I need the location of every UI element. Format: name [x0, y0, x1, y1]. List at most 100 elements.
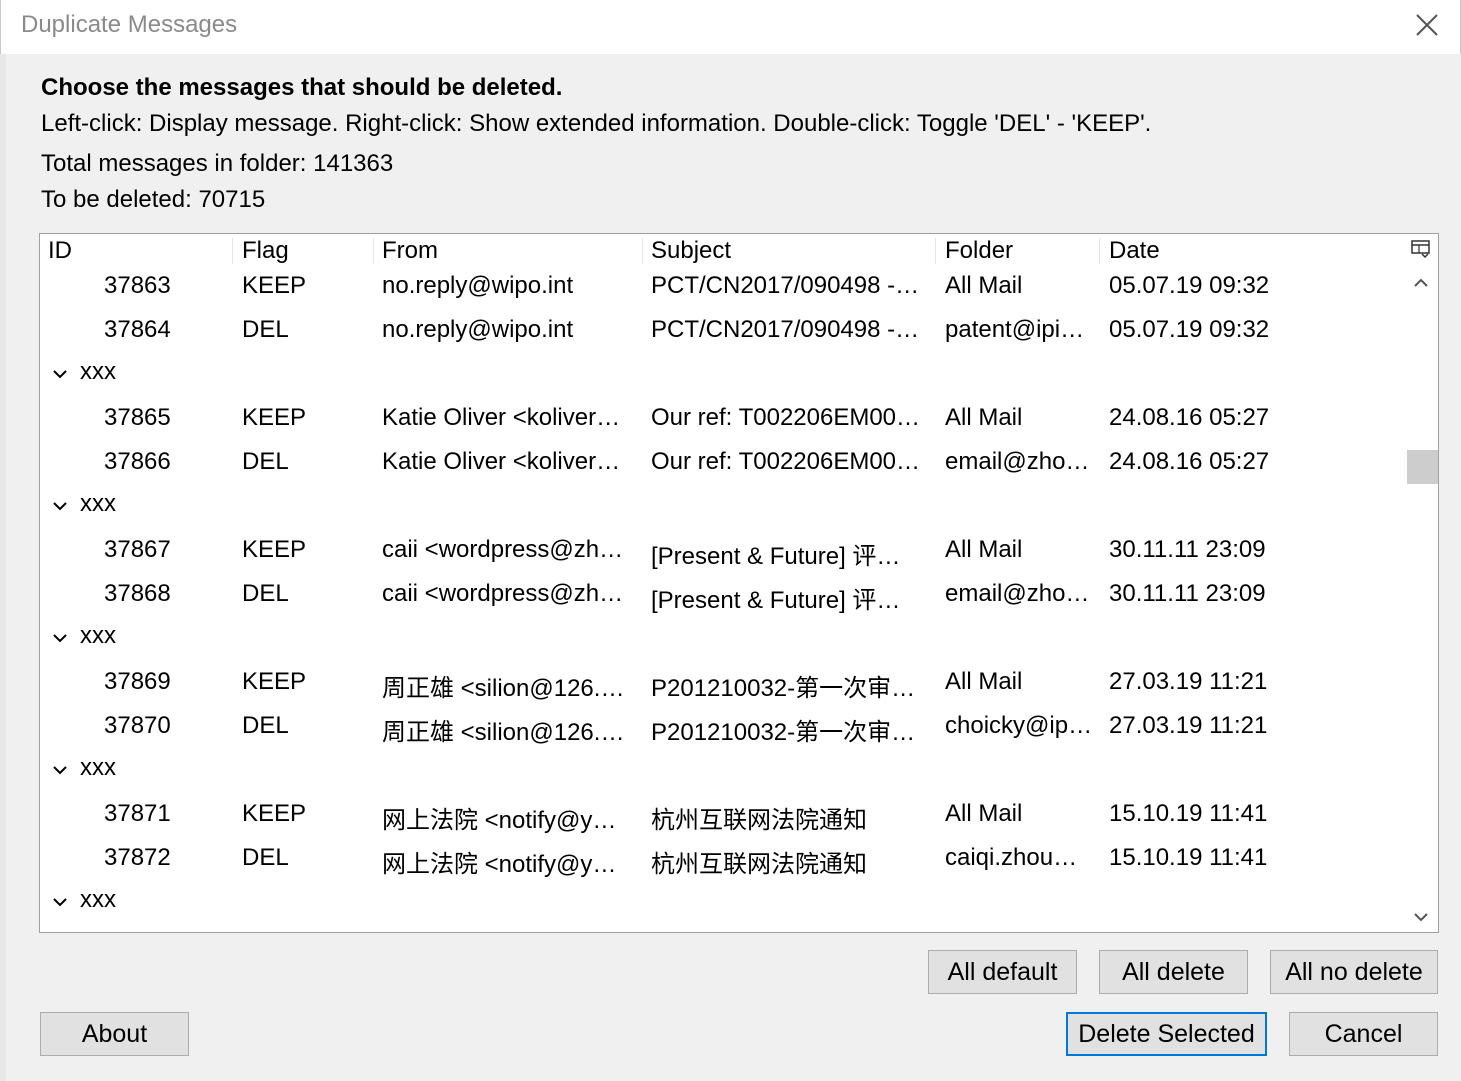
column-header-flag[interactable]: Flag	[242, 235, 289, 267]
cell-from: caii <wordpress@zh…	[382, 536, 624, 563]
group-label: xxx	[80, 358, 116, 385]
cell-subject: 杭州互联网法院通知	[651, 807, 867, 834]
cell-id: 37872	[104, 844, 171, 871]
group-header-row[interactable]: xxx	[40, 617, 1405, 661]
cell-flag: KEEP	[242, 536, 307, 563]
column-separator[interactable]	[373, 238, 374, 264]
group-label: xxx	[80, 886, 116, 913]
scroll-down-icon[interactable]	[1412, 908, 1430, 926]
cell-folder: patent@ipi…	[945, 316, 1085, 343]
message-row[interactable]: 37863 KEEP no.reply@wipo.int PCT/CN2017/090…	[40, 265, 1405, 309]
cell-id: 37864	[104, 316, 171, 343]
cell-id: 37866	[104, 448, 171, 475]
message-row[interactable]: 37867 KEEP caii <wordpress@zh… [Present & F…	[40, 529, 1405, 573]
chevron-down-icon[interactable]	[52, 498, 68, 514]
group-header-row[interactable]: xxx	[40, 881, 1405, 925]
cell-flag: DEL	[242, 580, 289, 607]
cell-from: Katie Oliver <koliver…	[382, 448, 621, 475]
scroll-up-icon[interactable]	[1412, 274, 1430, 292]
chevron-down-icon[interactable]	[52, 762, 68, 778]
cell-id: 37867	[104, 536, 171, 563]
cell-id: 37871	[104, 800, 171, 827]
cell-subject: P201210032-第一次审…	[651, 719, 916, 746]
cell-date: 15.10.19 11:41	[1109, 844, 1268, 871]
to-be-deleted-label: To be deleted: 70715	[41, 186, 266, 213]
cell-subject: PCT/CN2017/090498 -…	[651, 272, 920, 299]
cell-date: 05.07.19 09:32	[1109, 316, 1270, 343]
cell-id: 37868	[104, 580, 171, 607]
all-default-button[interactable]: All default	[928, 950, 1077, 994]
column-separator[interactable]	[935, 238, 936, 264]
cell-from: 周正雄 <silion@126.…	[382, 719, 625, 746]
about-button[interactable]: About	[40, 1012, 189, 1056]
message-row[interactable]: 37870 DEL 周正雄 <silion@126.… P201210032-第一次审…	[40, 705, 1405, 749]
cell-date: 24.08.16 05:27	[1109, 448, 1270, 475]
cell-id: 37869	[104, 668, 171, 695]
window-title: Duplicate Messages	[21, 11, 238, 38]
cell-from: no.reply@wipo.int	[382, 272, 574, 299]
message-row[interactable]: 37866 DEL Katie Oliver <koliver… Our ref: T…	[40, 441, 1405, 485]
group-header-row[interactable]: xxx	[40, 749, 1405, 793]
group-header-row[interactable]: xxx	[40, 353, 1405, 397]
chevron-down-icon[interactable]	[52, 366, 68, 382]
message-row[interactable]: 37869 KEEP 周正雄 <silion@126.… P201210032-第一次…	[40, 661, 1405, 705]
group-header-row[interactable]: xxx	[40, 485, 1405, 529]
scrollbar-thumb[interactable]	[1407, 450, 1438, 484]
vertical-scrollbar[interactable]	[1404, 268, 1438, 932]
group-label: xxx	[80, 490, 116, 517]
group-label: xxx	[80, 622, 116, 649]
cell-flag: DEL	[242, 448, 289, 475]
delete-selected-button[interactable]: Delete Selected	[1066, 1012, 1267, 1056]
all-no-delete-button[interactable]: All no delete	[1270, 950, 1438, 994]
message-row[interactable]: 37865 KEEP Katie Oliver <koliver… Our ref: …	[40, 397, 1405, 441]
column-separator[interactable]	[642, 238, 643, 264]
cell-folder: caiqi.zhou…	[945, 844, 1078, 871]
cell-from: 网上法院 <notify@y…	[382, 851, 617, 878]
chevron-down-icon[interactable]	[52, 630, 68, 646]
cell-from: 网上法院 <notify@y…	[382, 807, 617, 834]
total-messages-label: Total messages in folder: 141363	[41, 150, 394, 177]
cell-flag: DEL	[242, 712, 289, 739]
message-row[interactable]: 37868 DEL caii <wordpress@zh… [Present & Fu…	[40, 573, 1405, 617]
message-row[interactable]: 37864 DEL no.reply@wipo.int PCT/CN2017/0904…	[40, 309, 1405, 353]
cell-flag: KEEP	[242, 800, 307, 827]
cell-folder: email@zho…	[945, 448, 1090, 475]
cell-from: caii <wordpress@zh…	[382, 580, 624, 607]
cell-flag: KEEP	[242, 668, 307, 695]
instructions-text: Left-click: Display message. Right-click…	[41, 110, 1152, 137]
column-separator[interactable]	[1099, 238, 1100, 264]
all-delete-button[interactable]: All delete	[1099, 950, 1248, 994]
cell-date: 27.03.19 11:21	[1109, 712, 1268, 739]
column-header-date[interactable]: Date	[1109, 235, 1160, 267]
cell-folder: All Mail	[945, 800, 1023, 827]
message-row[interactable]: 37872 DEL 网上法院 <notify@y… 杭州互联网法院通知 caiqi.zh…	[40, 837, 1405, 881]
column-header-folder[interactable]: Folder	[945, 235, 1013, 267]
list-header: ID Flag From Subject Folder Date	[40, 234, 1405, 268]
cell-folder: All Mail	[945, 536, 1023, 563]
column-header-subject[interactable]: Subject	[651, 235, 731, 267]
message-row[interactable]: 37871 KEEP 网上法院 <notify@y… 杭州互联网法院通知 All Mai…	[40, 793, 1405, 837]
cell-date: 30.11.11 23:09	[1109, 580, 1266, 607]
cell-subject: PCT/CN2017/090498 -…	[651, 316, 920, 343]
cell-flag: KEEP	[242, 272, 307, 299]
close-icon[interactable]	[1412, 10, 1442, 40]
cell-subject: Our ref: T002206EM00…	[651, 448, 921, 475]
cancel-button[interactable]: Cancel	[1289, 1012, 1438, 1056]
cell-date: 27.03.19 11:21	[1109, 668, 1268, 695]
cell-flag: DEL	[242, 316, 289, 343]
cell-from: no.reply@wipo.int	[382, 316, 574, 343]
chevron-down-icon[interactable]	[52, 894, 68, 910]
cell-id: 37870	[104, 712, 171, 739]
cell-flag: KEEP	[242, 404, 307, 431]
column-header-from[interactable]: From	[382, 235, 438, 267]
cell-folder: All Mail	[945, 404, 1023, 431]
column-separator[interactable]	[232, 238, 233, 264]
cell-date: 05.07.19 09:32	[1109, 272, 1270, 299]
cell-subject: P201210032-第一次审…	[651, 675, 916, 702]
cell-id: 37865	[104, 404, 171, 431]
group-label: xxx	[80, 754, 116, 781]
column-header-id[interactable]: ID	[48, 235, 72, 267]
message-list[interactable]: ID Flag From Subject Folder Date 37863 KE…	[39, 233, 1439, 933]
column-picker-icon[interactable]	[1410, 238, 1432, 260]
cell-flag: DEL	[242, 844, 289, 871]
